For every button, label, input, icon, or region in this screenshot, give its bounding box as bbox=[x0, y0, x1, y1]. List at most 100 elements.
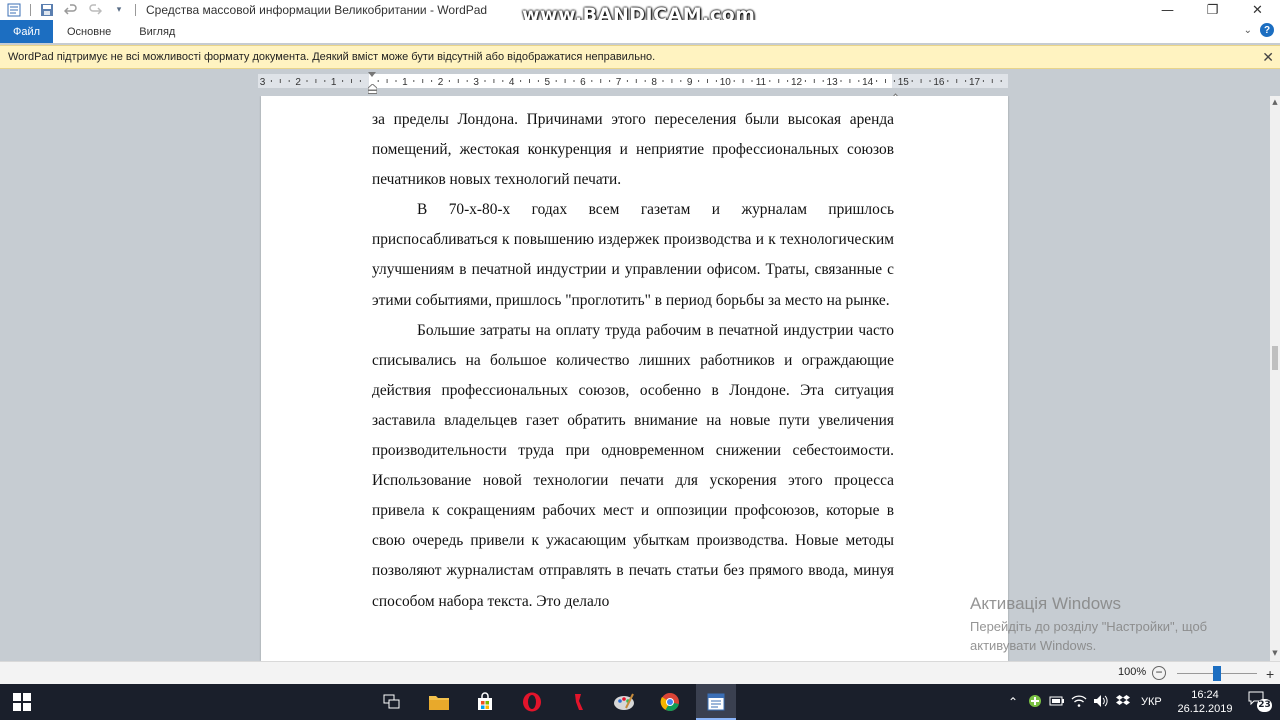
zoom-level[interactable]: 100% bbox=[1118, 666, 1146, 678]
ruler-tick bbox=[555, 80, 557, 82]
ribbon-right-controls: ⌄ ? bbox=[1244, 23, 1274, 37]
scroll-down-icon[interactable]: ▼ bbox=[1270, 649, 1280, 659]
ruler-tick bbox=[947, 80, 949, 82]
chevron-up-icon[interactable]: ⌃ bbox=[1005, 695, 1021, 709]
ruler-tick bbox=[484, 80, 486, 82]
windows-activation-notice: Активація Windows Перейдіть до розділу "… bbox=[970, 594, 1207, 655]
ruler-tick bbox=[876, 80, 878, 82]
infobar-close-icon[interactable]: ✕ bbox=[1262, 49, 1274, 66]
store-icon[interactable] bbox=[473, 690, 497, 714]
ruler-tick bbox=[315, 79, 317, 83]
customize-toolbar-icon[interactable]: ▾ bbox=[111, 2, 127, 18]
window-controls: — ❐ ✕ bbox=[1145, 0, 1280, 20]
zoom-out-button[interactable]: − bbox=[1152, 666, 1166, 680]
scroll-up-icon[interactable]: ▲ bbox=[1270, 98, 1280, 108]
collapse-ribbon-icon[interactable]: ⌄ bbox=[1244, 25, 1252, 36]
ruler-tick bbox=[626, 80, 628, 82]
ruler-tick bbox=[849, 79, 851, 83]
ruler-tick bbox=[342, 80, 344, 82]
ruler-tick bbox=[769, 80, 771, 82]
separator bbox=[30, 4, 31, 16]
compatibility-infobar: WordPad підтримує не всі можливості форм… bbox=[0, 45, 1280, 69]
system-tray: ⌃ УКР bbox=[1005, 684, 1162, 720]
redo-icon[interactable] bbox=[87, 2, 103, 18]
ruler-label: 7 bbox=[616, 77, 622, 88]
wordpad-icon[interactable] bbox=[704, 690, 728, 714]
tab-view[interactable]: Вигляд bbox=[125, 20, 189, 43]
close-button[interactable]: ✕ bbox=[1235, 0, 1280, 20]
scrollbar-thumb[interactable] bbox=[1272, 346, 1278, 370]
save-icon[interactable] bbox=[39, 2, 55, 18]
undo-icon[interactable] bbox=[63, 2, 79, 18]
battery-icon[interactable] bbox=[1049, 695, 1065, 710]
ruler-tick bbox=[804, 80, 806, 82]
document-text[interactable]: за пределы Лондона. Причинами этого пере… bbox=[372, 105, 894, 617]
update-icon[interactable] bbox=[1027, 694, 1043, 711]
ruler-tick bbox=[911, 80, 913, 82]
ruler-tick bbox=[457, 79, 459, 83]
paragraph-2: В 70-х-80-х годах всем газетам и журнала… bbox=[372, 201, 894, 309]
notification-count-badge: 23 bbox=[1257, 699, 1272, 712]
ruler-tick bbox=[778, 79, 780, 83]
ruler-tick bbox=[662, 80, 664, 82]
ruler-bar: 3 2 1 1 2 3 4 5 6 7 8 9 10 11 12 13 14 15 16 17 bbox=[0, 70, 1270, 96]
ruler-tick bbox=[635, 79, 637, 83]
yandex-icon[interactable] bbox=[566, 690, 590, 714]
quick-access-toolbar: ▾ bbox=[0, 0, 140, 20]
ruler-tick bbox=[288, 80, 290, 82]
vertical-scrollbar[interactable]: ▲ ▼ bbox=[1270, 96, 1280, 661]
help-icon[interactable]: ? bbox=[1260, 23, 1274, 37]
ruler-label: 5 bbox=[545, 77, 551, 88]
start-icon[interactable] bbox=[10, 690, 34, 714]
document-page[interactable]: за пределы Лондона. Причинами этого пере… bbox=[261, 96, 1008, 661]
wordpad-app-icon[interactable] bbox=[6, 2, 22, 18]
ruler-label: 4 bbox=[509, 77, 515, 88]
ruler-label: 2 bbox=[438, 77, 444, 88]
ruler-label: 13 bbox=[827, 77, 839, 88]
paint-icon[interactable] bbox=[612, 690, 636, 714]
ruler-tick bbox=[991, 79, 993, 83]
ruler-label: 12 bbox=[791, 77, 803, 88]
ruler-tick bbox=[715, 80, 717, 82]
infobar-message: WordPad підтримує не всі можливості форм… bbox=[8, 51, 656, 63]
file-explorer-icon[interactable] bbox=[427, 690, 451, 714]
restore-button[interactable]: ❐ bbox=[1190, 0, 1235, 20]
dropbox-icon[interactable] bbox=[1115, 694, 1131, 711]
ruler-tick bbox=[707, 79, 708, 83]
ruler-label: 2 bbox=[295, 77, 301, 88]
notifications-button[interactable]: 23 bbox=[1248, 691, 1272, 713]
ruler-tick bbox=[920, 79, 922, 83]
volume-icon[interactable] bbox=[1093, 694, 1109, 711]
ruler-label: 8 bbox=[651, 77, 657, 88]
ruler-tick bbox=[564, 79, 566, 83]
ruler-label: 14 bbox=[862, 77, 874, 88]
paragraph-1: за пределы Лондона. Причинами этого пере… bbox=[372, 111, 894, 189]
tab-file[interactable]: Файл bbox=[0, 20, 53, 43]
ruler-tick bbox=[956, 79, 958, 83]
ruler-tick bbox=[529, 79, 530, 83]
ruler-tick bbox=[1000, 80, 1002, 82]
ruler-tick bbox=[751, 80, 753, 82]
title-bar: ▾ Средства массовой информации Великобри… bbox=[0, 0, 1280, 26]
wifi-icon[interactable] bbox=[1071, 694, 1087, 711]
minimize-button[interactable]: — bbox=[1145, 0, 1190, 20]
ribbon-tabs: Файл Основне Вигляд ⌄ ? bbox=[0, 20, 1280, 43]
tab-home[interactable]: Основне bbox=[53, 20, 125, 43]
opera-icon[interactable] bbox=[520, 690, 544, 714]
language-indicator[interactable]: УКР bbox=[1141, 696, 1162, 708]
clock[interactable]: 16:24 26.12.2019 bbox=[1176, 688, 1234, 716]
separator bbox=[135, 4, 136, 16]
ruler-label: 1 bbox=[331, 77, 337, 88]
taskbar: ⌃ УКР 16:24 26.12.2019 23 bbox=[0, 684, 1280, 720]
zoom-in-button[interactable]: + bbox=[1266, 666, 1274, 682]
ruler-tick bbox=[813, 79, 815, 83]
zoom-slider-thumb[interactable] bbox=[1213, 666, 1221, 681]
ruler-tick bbox=[609, 80, 611, 82]
ruler-label: 3 bbox=[260, 77, 266, 88]
left-indent-marker[interactable] bbox=[368, 84, 377, 94]
ruler-tick bbox=[787, 80, 789, 82]
task-view-icon[interactable] bbox=[380, 690, 404, 714]
chrome-icon[interactable] bbox=[658, 690, 682, 714]
ruler-tick bbox=[466, 80, 468, 82]
first-line-indent-marker[interactable] bbox=[368, 72, 376, 77]
